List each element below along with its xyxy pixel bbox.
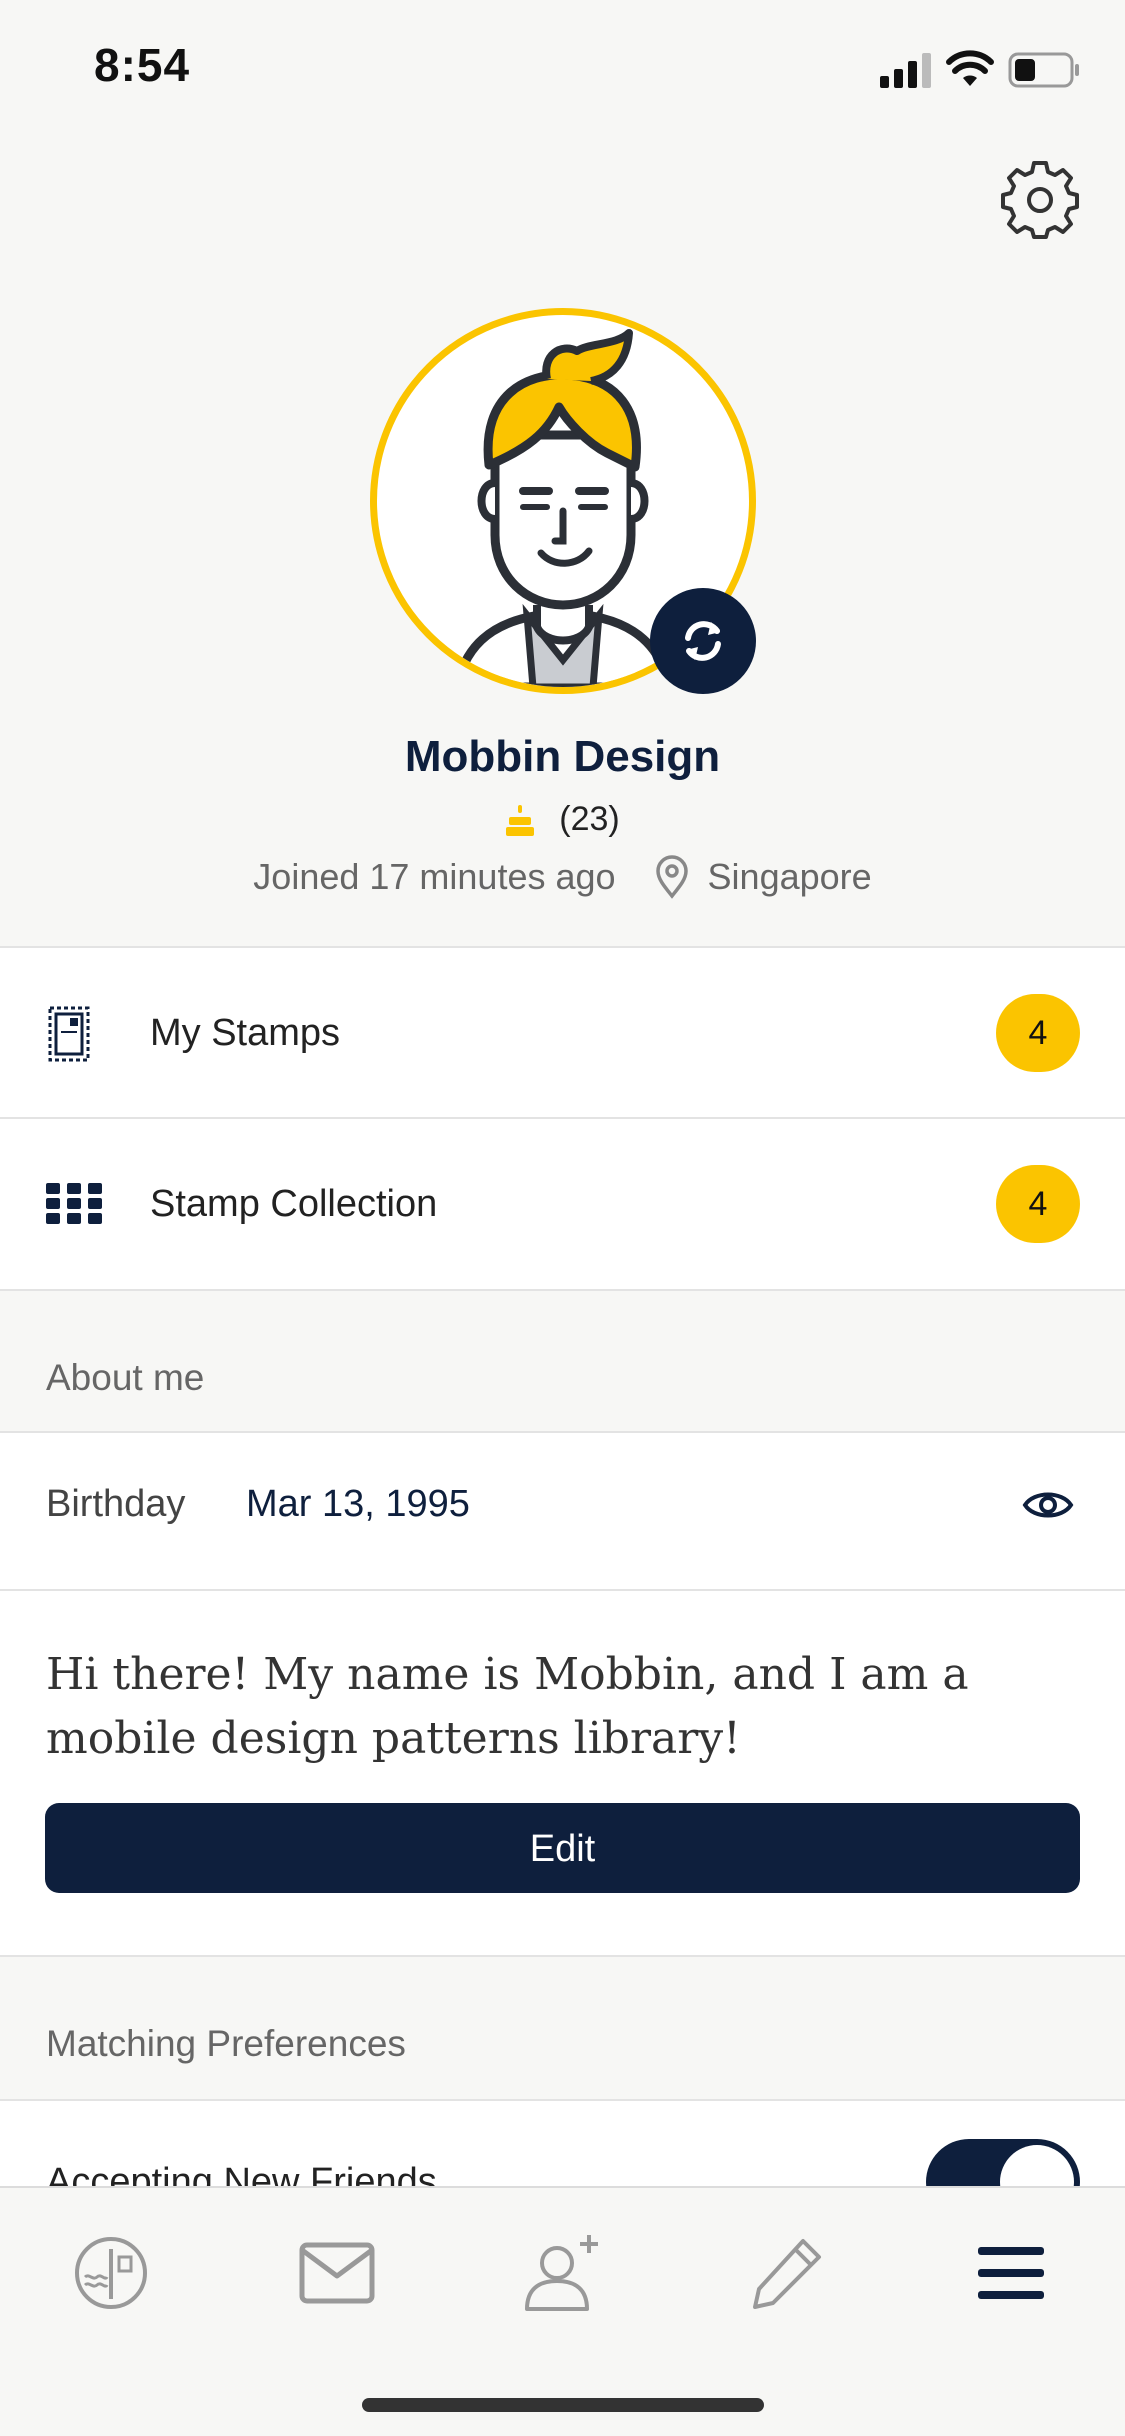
profile-screen: 8:54 Mobbin Design (23) Joined 17 minute… (0, 0, 1125, 2436)
tab-add-friend[interactable] (518, 2228, 608, 2318)
add-friend-icon (525, 2235, 598, 2311)
grid-icon (46, 1183, 102, 1224)
mail-icon (299, 2242, 375, 2304)
birthday-value: Mar 13, 1995 (246, 1483, 470, 1525)
bio-text: Hi there! My name is Mobbin, and I am a … (46, 1649, 969, 1764)
tab-stamps[interactable] (66, 2228, 156, 2318)
my-stamps-count-badge: 4 (996, 994, 1080, 1072)
birthday-row: Birthday Mar 13, 1995 (0, 1431, 1125, 1591)
tab-compose[interactable] (742, 2228, 832, 2318)
matching-preferences-section-header: Matching Preferences (0, 1955, 1125, 2101)
age-row: (23) (0, 800, 1125, 839)
home-indicator (362, 2398, 764, 2412)
status-time: 8:54 (94, 39, 191, 91)
my-stamps-row[interactable]: My Stamps 4 (0, 946, 1125, 1118)
pencil-icon (753, 2239, 821, 2309)
edit-button[interactable]: Edit (45, 1803, 1080, 1893)
joined-text: Joined 17 minutes ago (253, 856, 616, 897)
menu-icon (978, 2247, 1044, 2299)
matching-preferences-title: Matching Preferences (46, 2023, 406, 2064)
change-avatar-button[interactable] (650, 588, 756, 694)
tab-menu[interactable] (966, 2228, 1056, 2318)
settings-gear-icon[interactable] (1000, 160, 1080, 240)
refresh-icon (685, 621, 721, 661)
battery-icon (1008, 52, 1079, 88)
stamp-collection-row[interactable]: Stamp Collection 4 (0, 1117, 1125, 1289)
about-me-section-header: About me (0, 1289, 1125, 1433)
profile-meta: Joined 17 minutes ago Singapore (0, 855, 1125, 899)
status-bar: 8:54 (0, 0, 1125, 135)
stamp-icon (48, 1006, 90, 1062)
stamp-letter-icon (75, 2237, 147, 2309)
stamp-collection-count-badge: 4 (996, 1165, 1080, 1243)
my-stamps-label: My Stamps (150, 1012, 341, 1054)
tab-mail[interactable] (292, 2228, 382, 2318)
cellular-signal-icon (880, 53, 931, 88)
eye-icon[interactable] (1022, 1485, 1074, 1525)
stamp-collection-label: Stamp Collection (150, 1183, 438, 1225)
profile-name: Mobbin Design (404, 732, 721, 781)
avatar[interactable] (370, 308, 756, 694)
birthday-label: Birthday (46, 1483, 186, 1525)
age-text: (23) (559, 800, 620, 838)
wifi-icon (946, 50, 994, 86)
about-me-title: About me (46, 1357, 205, 1398)
location-text: Singapore (707, 856, 872, 897)
location-pin-icon (655, 855, 688, 899)
birthday-cake-icon (506, 804, 535, 836)
bio-row: Hi there! My name is Mobbin, and I am a … (0, 1589, 1125, 1957)
